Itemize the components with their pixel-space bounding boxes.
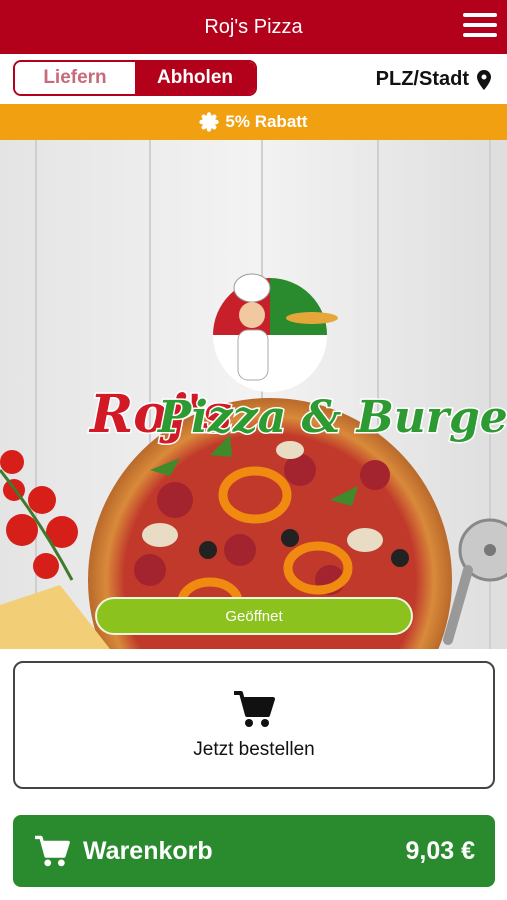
order-now-card[interactable]: Jetzt bestellen [13, 661, 495, 789]
deliver-tab[interactable]: Liefern [15, 62, 135, 94]
logo-text-pizza-burger: Pizza & Burger [156, 392, 507, 443]
location-selector[interactable]: PLZ/Stadt [376, 68, 491, 91]
badge-icon [199, 112, 220, 132]
pickup-tab[interactable]: Abholen [135, 62, 255, 94]
hero-image: Roj's Pizza & Burger [0, 140, 507, 649]
discount-banner[interactable]: 5% Rabatt [0, 104, 507, 140]
order-now-label: Jetzt bestellen [193, 739, 315, 760]
cart-button[interactable]: Warenkorb 9,03 € [13, 815, 495, 887]
app-header: Roj's Pizza [0, 0, 507, 54]
order-mode-bar: Liefern Abholen PLZ/Stadt [0, 54, 507, 104]
order-mode-toggle: Liefern Abholen [13, 60, 257, 96]
cart-icon [234, 691, 275, 727]
hamburger-menu-icon[interactable] [463, 13, 497, 39]
cart-label: Warenkorb [83, 836, 213, 865]
app-title: Roj's Pizza [204, 15, 303, 38]
discount-label: 5% Rabatt [225, 112, 308, 131]
location-label: PLZ/Stadt [375, 68, 469, 90]
cart-icon [35, 835, 70, 867]
location-pin-icon [477, 69, 491, 90]
cart-total: 9,03 € [405, 836, 475, 865]
open-status-button[interactable]: Geöffnet [95, 597, 413, 635]
